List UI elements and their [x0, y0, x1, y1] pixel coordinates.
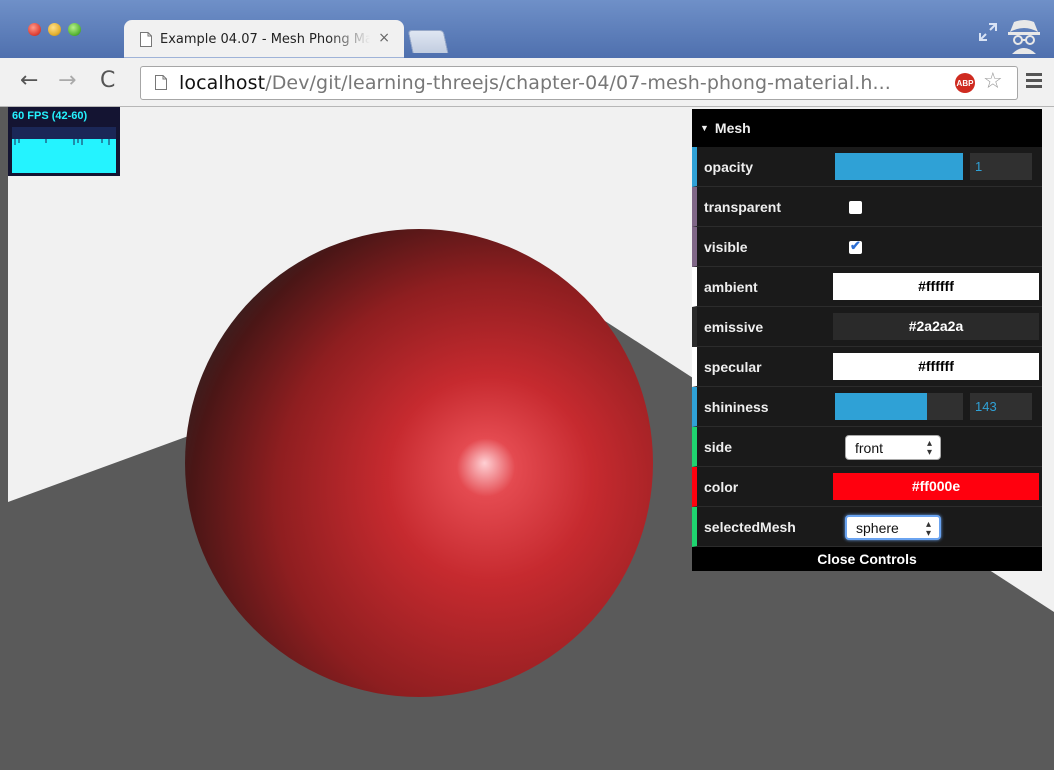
specular-color-picker[interactable]: #ffffff [833, 353, 1039, 380]
document-icon [140, 31, 152, 47]
ambient-color-picker[interactable]: #ffffff [833, 273, 1039, 300]
folder-title: Mesh [714, 120, 751, 136]
color-picker[interactable]: #ff000e [833, 473, 1039, 500]
shininess-input[interactable]: 143 [970, 393, 1032, 420]
visible-checkbox[interactable]: ✔ [849, 238, 862, 254]
control-selected-mesh: selectedMesh sphere ▴ ▾ [692, 507, 1042, 547]
select-arrows-icon: ▴ ▾ [926, 438, 932, 458]
fps-label: 60 FPS (42-60) [12, 110, 88, 122]
page-icon [155, 75, 167, 90]
adblock-icon[interactable]: ABP [955, 73, 975, 93]
control-shininess: shininess 143 [692, 387, 1042, 427]
url-text[interactable]: localhost/Dev/git/learning-threejs/chapt… [179, 70, 891, 96]
menu-icon[interactable] [1026, 70, 1042, 92]
control-opacity: opacity 1 [692, 147, 1042, 187]
select-arrows-icon: ▴ ▾ [925, 519, 931, 539]
tab-close-icon[interactable]: × [378, 30, 390, 46]
forward-arrow-icon[interactable]: → [58, 70, 76, 92]
incognito-icon [1008, 20, 1040, 54]
opacity-slider[interactable] [835, 153, 963, 180]
fps-stats-widget[interactable]: 60 FPS (42-60) [8, 107, 120, 176]
control-ambient: ambient #ffffff [692, 267, 1042, 307]
control-side: side front ▴ ▾ [692, 427, 1042, 467]
new-tab-button[interactable] [407, 30, 449, 53]
control-transparent: transparent [692, 187, 1042, 227]
control-label: opacity [704, 158, 754, 175]
tab-mesh-phong-example[interactable]: Example 04.07 - Mesh Phong Material × [124, 20, 404, 58]
tab-title: Example 04.07 - Mesh Phong Material [160, 31, 370, 47]
control-label: specular [704, 358, 762, 375]
opacity-input[interactable]: 1 [970, 153, 1032, 180]
controls-panel: ▼ Mesh opacity 1 transparent visible ✔ a… [692, 109, 1042, 571]
restore-window-icon[interactable] [978, 22, 998, 42]
title-bar: Example 04.07 - Mesh Phong Material × [0, 0, 1054, 58]
reload-icon[interactable]: C [100, 70, 115, 92]
minimize-window-button[interactable] [48, 23, 61, 36]
control-label: ambient [704, 278, 758, 295]
transparent-checkbox[interactable] [849, 201, 862, 214]
control-label: emissive [704, 318, 764, 335]
fps-graph-ticks [14, 139, 110, 145]
shininess-slider[interactable] [835, 393, 963, 420]
control-label: color [704, 478, 739, 495]
opacity-slider-fill [835, 153, 963, 180]
red-sphere [185, 229, 653, 697]
back-arrow-icon[interactable]: ← [20, 70, 38, 92]
control-visible: visible ✔ [692, 227, 1042, 267]
control-label: selectedMesh [704, 518, 796, 535]
control-color: color #ff000e [692, 467, 1042, 507]
side-select[interactable]: front ▴ ▾ [845, 435, 941, 460]
control-label: side [704, 438, 733, 455]
address-bar[interactable]: localhost/Dev/git/learning-threejs/chapt… [140, 66, 1018, 100]
close-window-button[interactable] [28, 23, 41, 36]
selected-mesh-value: sphere [856, 520, 899, 536]
url-host: localhost [179, 72, 266, 94]
close-controls-button[interactable]: Close Controls [692, 547, 1042, 571]
control-label: transparent [704, 198, 782, 215]
control-label: visible [704, 238, 748, 255]
control-emissive: emissive #2a2a2a [692, 307, 1042, 347]
bookmark-star-icon[interactable]: ☆ [983, 70, 1003, 94]
mesh-folder-header[interactable]: ▼ Mesh [692, 109, 1042, 147]
side-select-value: front [855, 440, 884, 456]
caret-down-icon: ▼ [700, 123, 709, 133]
shininess-slider-fill [835, 393, 928, 420]
emissive-color-picker[interactable]: #2a2a2a [833, 313, 1039, 340]
selected-mesh-select[interactable]: sphere ▴ ▾ [845, 515, 941, 540]
fps-graph [12, 127, 116, 173]
control-specular: specular #ffffff [692, 347, 1042, 387]
control-label: shininess [704, 398, 769, 415]
checkmark-icon: ✔ [850, 238, 861, 253]
zoom-window-button[interactable] [68, 23, 81, 36]
url-path: /Dev/git/learning-threejs/chapter-04/07-… [265, 72, 891, 94]
